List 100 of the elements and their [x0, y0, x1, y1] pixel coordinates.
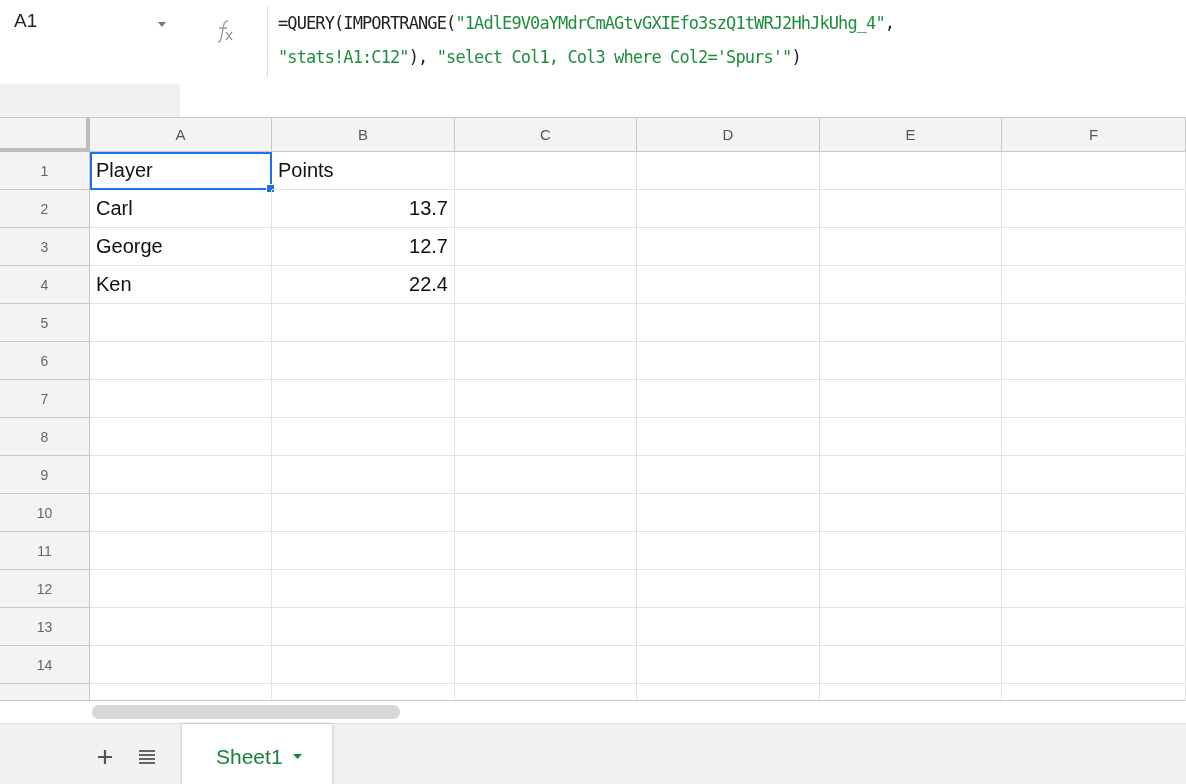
- table-cell[interactable]: [455, 532, 637, 570]
- table-cell[interactable]: [90, 418, 272, 456]
- table-cell[interactable]: Points: [272, 152, 455, 190]
- table-cell[interactable]: Carl: [90, 190, 272, 228]
- table-cell[interactable]: [637, 304, 820, 342]
- table-cell[interactable]: [1002, 494, 1186, 532]
- add-sheet-icon[interactable]: [98, 749, 112, 764]
- row-header[interactable]: 13: [0, 608, 90, 646]
- table-cell[interactable]: [820, 494, 1002, 532]
- table-cell[interactable]: [637, 456, 820, 494]
- table-cell[interactable]: [455, 456, 637, 494]
- table-cell[interactable]: [1002, 646, 1186, 684]
- table-cell[interactable]: [637, 646, 820, 684]
- table-cell[interactable]: [272, 608, 455, 646]
- table-cell[interactable]: [272, 304, 455, 342]
- row-header[interactable]: 7: [0, 380, 90, 418]
- table-cell[interactable]: [1002, 684, 1186, 701]
- table-cell[interactable]: [637, 684, 820, 701]
- table-cell[interactable]: [637, 380, 820, 418]
- table-cell[interactable]: [820, 418, 1002, 456]
- caret-icon[interactable]: [292, 754, 302, 759]
- table-cell[interactable]: [637, 266, 820, 304]
- table-cell[interactable]: [637, 418, 820, 456]
- table-cell[interactable]: [90, 570, 272, 608]
- table-cell[interactable]: [272, 532, 455, 570]
- table-cell[interactable]: [637, 570, 820, 608]
- table-cell[interactable]: [90, 494, 272, 532]
- table-cell[interactable]: [637, 228, 820, 266]
- table-cell[interactable]: [1002, 456, 1186, 494]
- column-header[interactable]: B: [272, 118, 455, 152]
- scrollbar-thumb[interactable]: [92, 705, 400, 719]
- table-cell[interactable]: [1002, 570, 1186, 608]
- table-cell[interactable]: [820, 570, 1002, 608]
- row-header[interactable]: [0, 684, 90, 701]
- table-cell[interactable]: [455, 570, 637, 608]
- table-cell[interactable]: [90, 532, 272, 570]
- column-header[interactable]: F: [1002, 118, 1186, 152]
- table-cell[interactable]: [455, 152, 637, 190]
- table-cell[interactable]: [455, 646, 637, 684]
- table-cell[interactable]: [1002, 380, 1186, 418]
- table-cell[interactable]: [90, 380, 272, 418]
- table-cell[interactable]: [455, 494, 637, 532]
- table-cell[interactable]: [455, 266, 637, 304]
- table-cell[interactable]: [272, 342, 455, 380]
- table-cell[interactable]: [1002, 608, 1186, 646]
- table-cell[interactable]: [820, 684, 1002, 701]
- table-cell[interactable]: [637, 190, 820, 228]
- table-cell[interactable]: [820, 608, 1002, 646]
- row-header[interactable]: 1: [0, 152, 90, 190]
- table-cell[interactable]: [455, 684, 637, 701]
- row-header[interactable]: 8: [0, 418, 90, 456]
- table-cell[interactable]: [272, 494, 455, 532]
- table-cell[interactable]: [455, 608, 637, 646]
- table-cell[interactable]: [637, 152, 820, 190]
- table-cell[interactable]: Player: [90, 152, 272, 190]
- column-header[interactable]: E: [820, 118, 1002, 152]
- row-header[interactable]: 2: [0, 190, 90, 228]
- table-cell[interactable]: [90, 342, 272, 380]
- row-header[interactable]: 6: [0, 342, 90, 380]
- table-cell[interactable]: [820, 266, 1002, 304]
- table-cell[interactable]: [1002, 304, 1186, 342]
- row-header[interactable]: 4: [0, 266, 90, 304]
- table-cell[interactable]: [820, 304, 1002, 342]
- table-cell[interactable]: [820, 456, 1002, 494]
- table-cell[interactable]: [272, 570, 455, 608]
- table-cell[interactable]: [455, 380, 637, 418]
- table-cell[interactable]: [637, 342, 820, 380]
- table-cell[interactable]: George: [90, 228, 272, 266]
- table-cell[interactable]: 12.7: [272, 228, 455, 266]
- table-cell[interactable]: [1002, 342, 1186, 380]
- row-header[interactable]: 5: [0, 304, 90, 342]
- table-cell[interactable]: [272, 380, 455, 418]
- row-header[interactable]: 10: [0, 494, 90, 532]
- table-cell[interactable]: [820, 532, 1002, 570]
- table-cell[interactable]: [90, 608, 272, 646]
- menu-icon[interactable]: [139, 749, 155, 764]
- caret-icon[interactable]: [158, 22, 166, 27]
- table-cell[interactable]: [272, 456, 455, 494]
- table-cell[interactable]: [820, 342, 1002, 380]
- row-header[interactable]: 12: [0, 570, 90, 608]
- table-cell[interactable]: [637, 494, 820, 532]
- table-cell[interactable]: [272, 418, 455, 456]
- table-cell[interactable]: [90, 456, 272, 494]
- table-cell[interactable]: [455, 228, 637, 266]
- formula-text[interactable]: =QUERY(IMPORTRANGE("1AdlE9V0aYMdrCmAGtvGXIEfo3szQ1tWRJ2HhJkUhg_4", "stats!A1:C12"), "select Col1, Col3 where Col2='Spurs'"): [268, 0, 895, 117]
- table-cell[interactable]: [1002, 152, 1186, 190]
- table-cell[interactable]: [1002, 418, 1186, 456]
- table-cell[interactable]: [455, 304, 637, 342]
- table-cell[interactable]: [1002, 190, 1186, 228]
- table-cell[interactable]: [820, 646, 1002, 684]
- table-cell[interactable]: 13.7: [272, 190, 455, 228]
- table-cell[interactable]: [1002, 266, 1186, 304]
- select-all-corner[interactable]: [0, 118, 90, 152]
- table-cell[interactable]: [90, 304, 272, 342]
- table-cell[interactable]: [820, 380, 1002, 418]
- table-cell[interactable]: [90, 684, 272, 701]
- table-cell[interactable]: [272, 646, 455, 684]
- table-cell[interactable]: [637, 532, 820, 570]
- table-cell[interactable]: [637, 608, 820, 646]
- row-header[interactable]: 11: [0, 532, 90, 570]
